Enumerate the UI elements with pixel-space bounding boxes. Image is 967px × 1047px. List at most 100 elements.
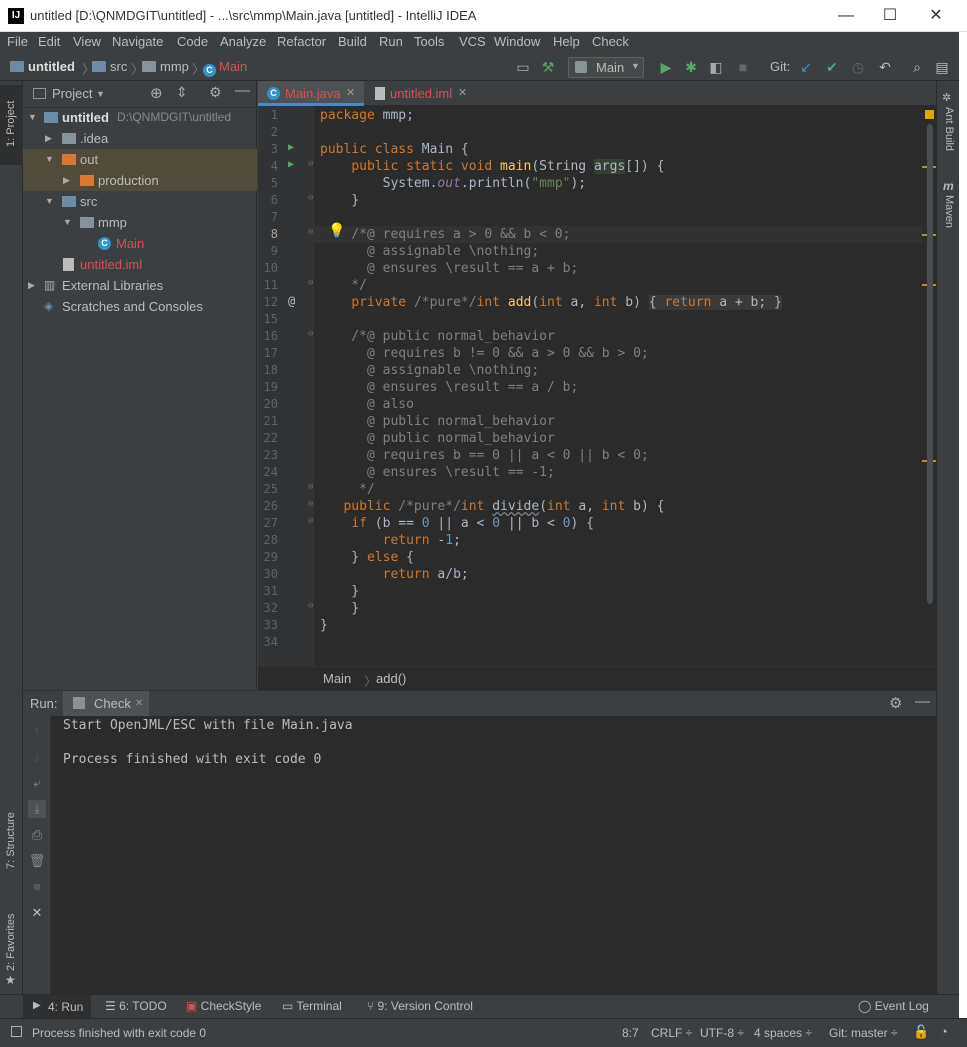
code-editor[interactable]: 1 2 3 4 5 6 7 8 9 10 11 12 15 16 17 18 1… [258,106,936,666]
git-commit-icon[interactable]: ✔ [823,58,841,76]
minimize-button[interactable]: — [836,6,856,26]
menu-file[interactable]: File [7,34,28,49]
tree-item-out[interactable]: ▼ out [23,149,257,170]
close-tab-icon[interactable]: ✕ [346,81,355,106]
fold-icon[interactable]: ⊖ [308,227,313,237]
fold-icon[interactable]: ⊖ [308,159,313,169]
project-tool-tab[interactable]: 1: Project [0,85,23,165]
scrollbar-thumb[interactable] [927,124,933,604]
fold-icon[interactable]: ⊖ [308,329,313,339]
fold-icon[interactable]: ⊖ [308,516,313,526]
tree-item-idea[interactable]: ▶ .idea [23,128,257,149]
close-tab-icon[interactable]: ✕ [135,698,143,709]
build-hammer-icon[interactable]: ⚒ [539,58,557,76]
stop-icon[interactable]: ■ [28,878,46,896]
run-gutter-icon[interactable]: ▶ [288,159,294,170]
soft-wrap-icon[interactable]: ⤶ [28,774,46,792]
git-branch-select[interactable]: Git: master ÷ [829,1026,898,1040]
project-view-select[interactable]: Project [52,86,92,101]
menu-code[interactable]: Code [177,34,208,49]
chevron-down-icon[interactable]: ▼ [96,89,105,99]
menu-window[interactable]: Window [494,34,540,49]
rollback-icon[interactable]: ↶ [876,58,894,76]
fold-icon[interactable]: ⊖ [308,499,313,509]
menu-view[interactable]: View [73,34,101,49]
debug-icon[interactable]: ✱ [682,58,700,76]
menu-refactor[interactable]: Refactor [277,34,326,49]
menu-vcs[interactable]: VCS [459,34,486,49]
project-structure-icon[interactable]: ▤ [933,58,951,76]
checkstyle-tool-tab[interactable]: ▣ CheckStyle [186,999,261,1013]
version-control-tool-tab[interactable]: ⑂ 9: Version Control [367,999,473,1013]
gear-icon[interactable]: ⚙ [209,84,222,101]
structure-tool-tab[interactable]: 7: Structure [0,799,23,889]
warning-indicator-icon[interactable] [925,110,934,119]
tab-untitled-iml[interactable]: untitled.iml ✕ [367,81,475,106]
gear-icon[interactable]: ⚙ [889,694,902,712]
close-button[interactable]: ✕ [926,6,946,26]
breadcrumb-src[interactable]: src [92,59,127,74]
stop-icon[interactable]: ■ [734,58,752,76]
tree-item-src[interactable]: ▼ src [23,191,257,212]
tree-item-main[interactable]: C Main [23,233,257,254]
collapse-all-icon[interactable]: ⇕ [176,84,188,101]
menu-help[interactable]: Help [553,34,580,49]
tab-main-java[interactable]: C Main.java ✕ [258,81,364,106]
maximize-button[interactable]: ☐ [880,6,900,26]
error-stripe[interactable] [922,106,936,666]
tree-item-untitled-iml[interactable]: untitled.iml [23,254,257,275]
tree-item-scratches[interactable]: ◈ Scratches and Consoles [23,296,257,317]
caret-position[interactable]: 8:7 [622,1026,639,1040]
tree-item-production[interactable]: ▶ production [23,170,257,191]
tree-item-mmp[interactable]: ▼ mmp [23,212,257,233]
window-icon[interactable]: ▭ [514,58,532,76]
print-icon[interactable]: ⎙ [28,826,46,844]
up-arrow-icon[interactable]: ↑ [28,722,46,740]
encoding-select[interactable]: UTF-8 ÷ [700,1026,744,1040]
hide-panel-icon[interactable]: — [915,693,930,710]
inspector-icon[interactable]: ◔ [940,1024,948,1039]
history-icon[interactable]: ◷ [849,58,867,76]
close-tab-icon[interactable]: ✕ [458,81,467,106]
run-gutter-icon[interactable]: ▶ [288,142,294,153]
close-icon[interactable]: ✕ [28,904,46,922]
todo-tool-tab[interactable]: ☰ 6: TODO [105,999,167,1013]
favorites-tool-tab[interactable]: 2: Favorites ★ [0,903,23,993]
ant-build-tool-tab[interactable]: ✲ Ant Build [937,89,960,169]
coverage-icon[interactable]: ◧ [707,58,725,76]
menu-navigate[interactable]: Navigate [112,34,163,49]
menu-analyze[interactable]: Analyze [220,34,266,49]
down-arrow-icon[interactable]: ↓ [28,748,46,766]
git-update-icon[interactable]: ↙ [797,58,815,76]
menu-edit[interactable]: Edit [38,34,60,49]
fold-icon[interactable]: ⊖ [308,278,313,288]
menu-tools[interactable]: Tools [414,34,444,49]
breadcrumb-class[interactable]: Main [323,671,351,686]
menu-check[interactable]: Check [592,34,629,49]
run-tool-tab[interactable]: ▶ 4: Run [23,995,91,1019]
breadcrumb-main[interactable]: C Main [203,59,247,77]
search-icon[interactable]: ⌕ [908,58,926,76]
menu-build[interactable]: Build [338,34,367,49]
line-separator-select[interactable]: CRLF ÷ [651,1026,692,1040]
run-icon[interactable]: ▶ [657,58,675,76]
terminal-tool-tab[interactable]: ▭ Terminal [282,999,342,1013]
breadcrumb-mmp[interactable]: mmp [142,59,189,74]
tree-item-external-libraries[interactable]: ▶ ▥ External Libraries [23,275,257,296]
trash-icon[interactable]: 🗑 [28,852,46,870]
fold-icon[interactable]: ⊖ [308,482,313,492]
breadcrumb-method[interactable]: add() [376,671,406,686]
fold-icon[interactable]: ⊖ [308,601,313,611]
event-log-tool-tab[interactable]: ◯ Event Log [858,999,929,1013]
menu-run[interactable]: Run [379,34,403,49]
lock-icon[interactable]: 🔓 [913,1024,929,1040]
maven-tool-tab[interactable]: m Maven [937,177,960,247]
fold-icon[interactable]: ⊖ [308,193,313,203]
indent-select[interactable]: 4 spaces ÷ [754,1026,812,1040]
locate-icon[interactable]: ⊕ [150,84,163,102]
breadcrumb-project[interactable]: untitled [10,59,75,74]
tab-check[interactable]: Check ✕ [63,691,149,716]
tree-item-untitled[interactable]: ▼ untitled D:\QNMDGIT\untitled [23,107,257,128]
toggle-tool-windows-icon[interactable] [11,1026,22,1037]
hide-panel-icon[interactable]: — [235,82,250,99]
